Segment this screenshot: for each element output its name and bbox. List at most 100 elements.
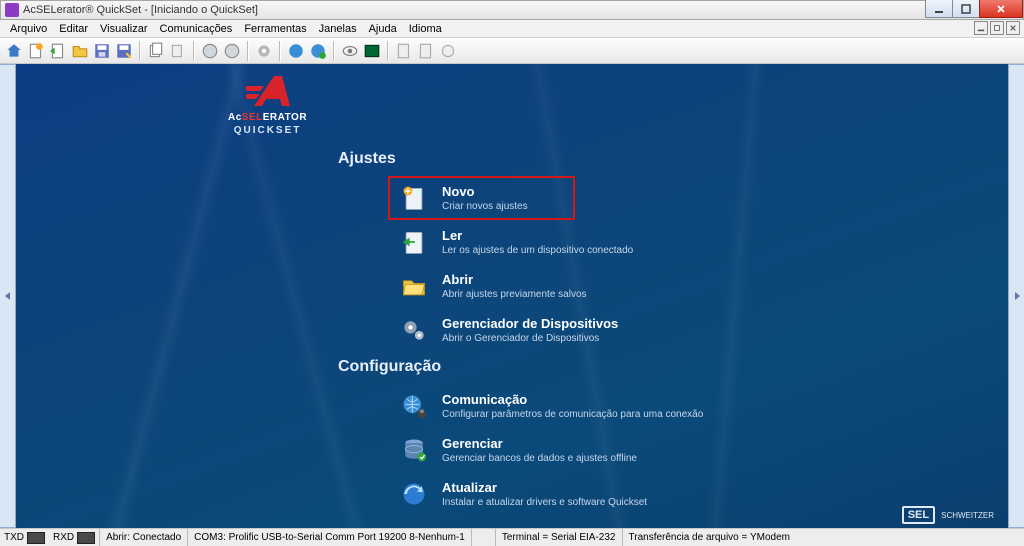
menubar: Arquivo Editar Visualizar Comunicações F… (0, 20, 1024, 38)
item-ler-title: Ler (442, 228, 633, 243)
menu-ferramentas[interactable]: Ferramentas (238, 21, 312, 37)
menu-idioma[interactable]: Idioma (403, 21, 448, 37)
read-file-icon (400, 228, 428, 256)
item-ler-desc: Ler os ajustes de um dispositivo conecta… (442, 245, 633, 256)
menu-janelas[interactable]: Janelas (313, 21, 363, 37)
update-globe-icon (400, 480, 428, 508)
menu-comunicacoes[interactable]: Comunicações (154, 21, 239, 37)
tool-paste-icon[interactable] (168, 41, 188, 61)
toolbar-sep (193, 41, 195, 61)
tool-open-read-icon[interactable] (48, 41, 68, 61)
tool-doc1-icon[interactable] (394, 41, 414, 61)
close-button[interactable] (979, 0, 1023, 18)
item-com-desc: Configurar parâmetros de comunicação par… (442, 409, 703, 420)
txd-label: TXD (4, 532, 24, 543)
minimize-button[interactable] (925, 0, 953, 18)
tool-saveas-icon[interactable] (114, 41, 134, 61)
product-logo: AcSELERATOR QUICKSET (228, 72, 307, 136)
mdi-minimize-icon[interactable] (974, 21, 988, 35)
item-abrir[interactable]: Abrir Abrir ajustes previamente salvos (388, 264, 768, 308)
status-gap (471, 529, 495, 546)
window-controls (926, 1, 1023, 19)
item-abrir-title: Abrir (442, 272, 587, 287)
item-abrir-desc: Abrir ajustes previamente salvos (442, 289, 587, 300)
status-rxd: RXD (49, 532, 99, 544)
new-file-icon (400, 184, 428, 212)
item-comunicacao[interactable]: Comunicação Configurar parâmetros de com… (388, 384, 768, 428)
item-atualizar[interactable]: Atualizar Instalar e atualizar drivers e… (388, 472, 768, 516)
window-title: AcSELerator® QuickSet - [Iniciando o Qui… (23, 4, 926, 16)
folder-icon (400, 272, 428, 300)
item-upd-title: Atualizar (442, 480, 647, 495)
scroll-left-button[interactable] (0, 64, 16, 528)
brand-sub: QUICKSET (228, 125, 307, 136)
tool-globe2-icon[interactable] (222, 41, 242, 61)
toolbar-sep (247, 41, 249, 61)
item-gerenciar[interactable]: Gerenciar Gerenciar bancos de dados e aj… (388, 428, 768, 472)
status-port: COM3: Prolific USB-to-Serial Comm Port 1… (187, 529, 471, 546)
tool-folder-icon[interactable] (70, 41, 90, 61)
section-config-title: Configuração (338, 358, 768, 376)
tool-copy-icon[interactable] (146, 41, 166, 61)
tool-net1-icon[interactable] (286, 41, 306, 61)
menu-editar[interactable]: Editar (53, 21, 94, 37)
statusbar: TXD RXD Abrir: Conectado COM3: Prolific … (0, 528, 1024, 546)
tool-doc2-icon[interactable] (416, 41, 436, 61)
mdi-close-icon[interactable] (1006, 21, 1020, 35)
tool-terminal-icon[interactable] (362, 41, 382, 61)
item-man-title: Gerenciar (442, 436, 637, 451)
tool-new-icon[interactable] (26, 41, 46, 61)
toolbar-sep (139, 41, 141, 61)
item-ger-desc: Abrir o Gerenciador de Dispositivos (442, 333, 618, 344)
footer-brand: SEL (902, 506, 935, 524)
tool-save-icon[interactable] (92, 41, 112, 61)
tool-doc3-icon[interactable] (438, 41, 458, 61)
titlebar: AcSELerator® QuickSet - [Iniciando o Qui… (0, 0, 1024, 20)
footer-logo: SEL SCHWEITZER (902, 506, 994, 524)
start-panel: Ajustes Novo Criar novos ajustes Ler Ler… (338, 144, 768, 516)
footer-sub: SCHWEITZER (941, 511, 994, 520)
status-transfer: Transferência de arquivo = YModem (622, 529, 796, 546)
rxd-led-icon (77, 532, 95, 544)
status-txd: TXD (0, 532, 49, 544)
toolbar-sep (333, 41, 335, 61)
gears-icon (400, 316, 428, 344)
tool-net2-icon[interactable] (308, 41, 328, 61)
status-terminal: Terminal = Serial EIA-232 (495, 529, 622, 546)
status-connection: Abrir: Conectado (99, 529, 187, 546)
item-ger-title: Gerenciador de Dispositivos (442, 316, 618, 331)
item-novo-desc: Criar novos ajustes (442, 201, 528, 212)
brand-suffix: ERATOR (263, 112, 307, 123)
menu-ajuda[interactable]: Ajuda (363, 21, 403, 37)
content-area: AcSELERATOR QUICKSET Ajustes Novo Criar … (0, 64, 1024, 528)
scroll-right-button[interactable] (1008, 64, 1024, 528)
txd-led-icon (27, 532, 45, 544)
tool-eye-icon[interactable] (340, 41, 360, 61)
item-novo[interactable]: Novo Criar novos ajustes (388, 176, 575, 220)
toolbar-sep (279, 41, 281, 61)
brand-accent: SEL (242, 112, 263, 123)
menu-visualizar[interactable]: Visualizar (94, 21, 154, 37)
item-man-desc: Gerenciar bancos de dados e ajustes offl… (442, 453, 637, 464)
window-root: AcSELerator® QuickSet - [Iniciando o Qui… (0, 0, 1024, 546)
app-icon (5, 3, 19, 17)
tool-gear1-icon[interactable] (254, 41, 274, 61)
toolbar (0, 38, 1024, 64)
item-upd-desc: Instalar e atualizar drivers e software … (442, 497, 647, 508)
section-ajustes-title: Ajustes (338, 150, 768, 168)
mdi-restore-icon[interactable] (990, 21, 1004, 35)
tool-globe1-icon[interactable] (200, 41, 220, 61)
item-novo-title: Novo (442, 184, 528, 199)
rxd-label: RXD (53, 532, 74, 543)
toolbar-sep (387, 41, 389, 61)
item-gerenciador[interactable]: Gerenciador de Dispositivos Abrir o Gere… (388, 308, 768, 352)
item-ler[interactable]: Ler Ler os ajustes de um dispositivo con… (388, 220, 768, 264)
menu-arquivo[interactable]: Arquivo (4, 21, 53, 37)
maximize-button[interactable] (952, 0, 980, 18)
tool-home-icon[interactable] (4, 41, 24, 61)
brand-prefix: Ac (228, 112, 242, 123)
globe-plug-icon (400, 392, 428, 420)
mdi-controls (974, 21, 1020, 35)
database-icon (400, 436, 428, 464)
item-com-title: Comunicação (442, 392, 703, 407)
